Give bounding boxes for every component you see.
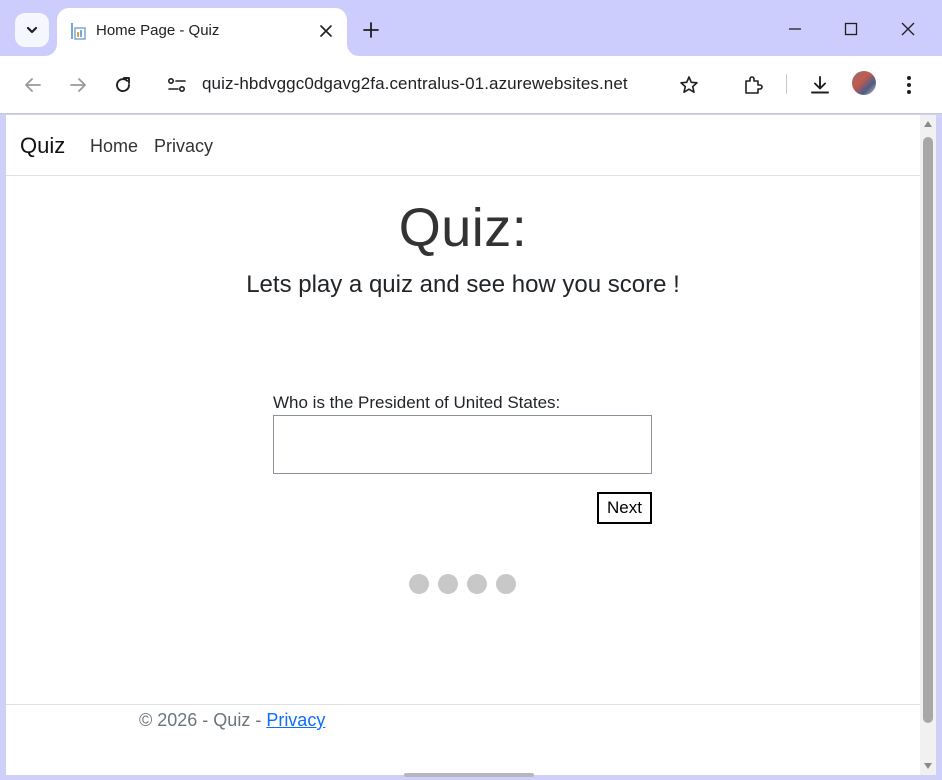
footer-copyright: © 2026 - Quiz - Privacy <box>139 710 325 731</box>
answer-input[interactable] <box>273 415 652 474</box>
question-progress-dots <box>409 574 519 596</box>
nav-privacy-link[interactable]: Privacy <box>154 136 213 157</box>
minimize-icon <box>789 28 801 30</box>
site-settings-icon <box>167 77 186 93</box>
download-icon <box>811 76 829 94</box>
tab-title: Home Page - Quiz <box>96 22 220 39</box>
toolbar-separator <box>786 74 787 94</box>
tab-close-button[interactable] <box>315 20 337 42</box>
profile-avatar[interactable] <box>852 71 876 95</box>
reload-icon <box>116 77 130 93</box>
new-tab-button[interactable] <box>357 16 385 44</box>
back-icon <box>25 78 41 92</box>
address-bar-url[interactable]: quiz-hbdvggc0dgavg2fa.centralus-01.azure… <box>202 74 628 94</box>
active-tab[interactable]: Home Page - Quiz <box>57 8 347 56</box>
maximize-icon <box>844 22 858 36</box>
close-window-icon <box>901 22 915 36</box>
footer-copyright-text: © 2026 - Quiz - <box>139 710 267 730</box>
minimize-button[interactable] <box>780 14 810 44</box>
chevron-down-icon <box>26 26 38 34</box>
scrollbar-thumb[interactable] <box>923 137 933 723</box>
page-viewport: Quiz Home Privacy Quiz: Lets play a quiz… <box>6 115 936 775</box>
back-button[interactable] <box>18 70 48 100</box>
menu-button[interactable] <box>894 70 924 100</box>
bookmark-button[interactable] <box>674 70 704 100</box>
favicon-icon <box>71 23 86 40</box>
star-icon <box>680 76 698 93</box>
footer-privacy-link[interactable]: Privacy <box>266 710 325 730</box>
extensions-button[interactable] <box>738 70 768 100</box>
caret-up-icon <box>924 121 932 127</box>
reload-button[interactable] <box>108 70 138 100</box>
nav-home-link[interactable]: Home <box>90 136 138 157</box>
window-resize-hint <box>404 773 534 777</box>
question-label: Who is the President of United States: <box>273 393 561 412</box>
progress-dot <box>438 574 458 594</box>
progress-dot <box>496 574 516 594</box>
downloads-button[interactable] <box>805 70 835 100</box>
site-brand[interactable]: Quiz <box>20 133 65 159</box>
plus-icon <box>363 22 379 38</box>
next-button[interactable]: Next <box>597 492 652 524</box>
scroll-up-button[interactable] <box>922 117 934 131</box>
close-window-button[interactable] <box>893 14 923 44</box>
extensions-icon <box>745 76 763 94</box>
site-footer: © 2026 - Quiz - Privacy <box>6 704 920 775</box>
browser-toolbar: quiz-hbdvggc0dgavg2fa.centralus-01.azure… <box>0 56 942 114</box>
site-settings-button[interactable] <box>162 70 192 100</box>
site-navbar: Quiz Home Privacy <box>6 115 920 176</box>
forward-button[interactable] <box>63 70 93 100</box>
vertical-scrollbar[interactable] <box>920 115 936 775</box>
tab-search-button[interactable] <box>15 13 49 47</box>
progress-dot <box>409 574 429 594</box>
scroll-down-button[interactable] <box>922 759 934 773</box>
close-icon <box>320 25 332 37</box>
page-subtitle: Lets play a quiz and see how you score ! <box>246 271 680 298</box>
caret-down-icon <box>924 763 932 769</box>
progress-dot <box>467 574 487 594</box>
forward-icon <box>70 78 86 92</box>
tab-strip: Home Page - Quiz <box>0 0 942 56</box>
maximize-button[interactable] <box>836 14 866 44</box>
more-icon <box>907 76 911 94</box>
page-title: Quiz: <box>398 198 528 258</box>
